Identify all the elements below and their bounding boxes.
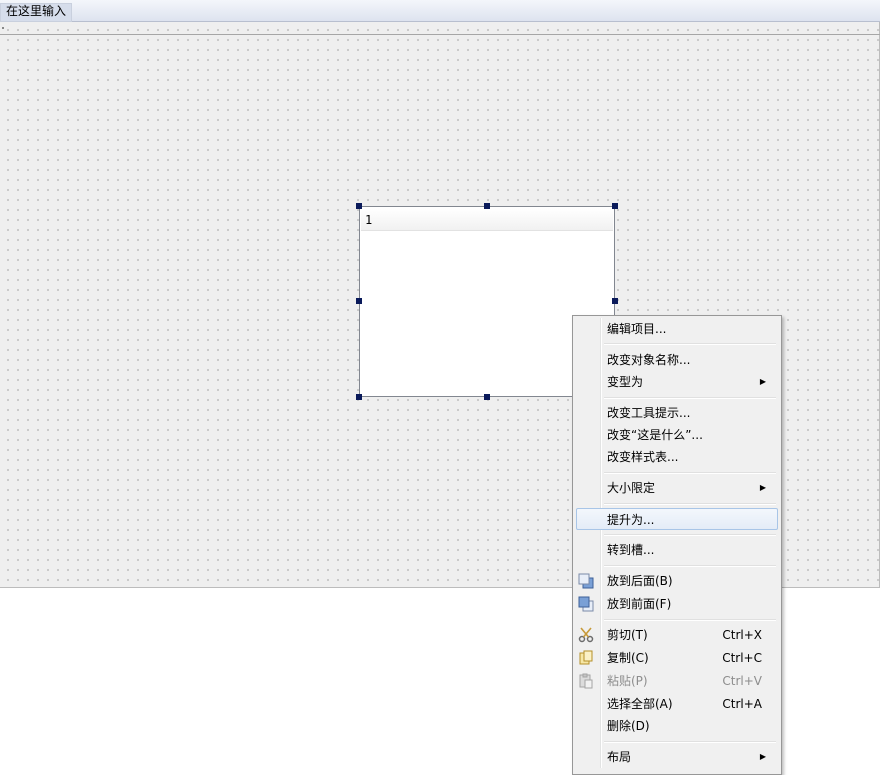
menu-item-paste[interactable]: 粘贴(P) Ctrl+V	[576, 670, 778, 692]
menu-item-change-whats-this[interactable]: 改变“这是什么”...	[576, 424, 778, 446]
scissors-icon	[578, 627, 594, 643]
menu-item-layout[interactable]: 布局 ▶	[576, 746, 778, 768]
menu-item-edit-items[interactable]: 编辑项目...	[576, 318, 778, 340]
menu-item-copy[interactable]: 复制(C) Ctrl+C	[576, 647, 778, 669]
menu-item-send-to-back[interactable]: 放到后面(B)	[576, 570, 778, 592]
submenu-arrow-icon: ▶	[759, 752, 766, 761]
menu-item-change-object-name[interactable]: 改变对象名称...	[576, 349, 778, 371]
menu-separator	[604, 343, 776, 345]
menu-item-cut[interactable]: 剪切(T) Ctrl+X	[576, 624, 778, 646]
resize-handle-left[interactable]	[356, 298, 362, 304]
resize-handle-right[interactable]	[612, 298, 618, 304]
menu-separator	[604, 565, 776, 567]
bring-to-front-icon	[578, 596, 594, 612]
resize-handle-bottom-left[interactable]	[356, 394, 362, 400]
list-item[interactable]: 1	[361, 209, 613, 231]
menu-bar[interactable]: 在这里输入	[0, 0, 880, 22]
menu-item-select-all[interactable]: 选择全部(A) Ctrl+A	[576, 693, 778, 715]
menu-separator	[604, 619, 776, 621]
submenu-arrow-icon: ▶	[759, 377, 766, 386]
menu-separator	[604, 534, 776, 536]
menubar-divider	[0, 34, 880, 35]
menu-separator	[604, 397, 776, 399]
menu-separator	[604, 472, 776, 474]
resize-handle-bottom[interactable]	[484, 394, 490, 400]
menu-item-morph-into[interactable]: 变型为 ▶	[576, 371, 778, 393]
context-menu[interactable]: 编辑项目... 改变对象名称... 变型为 ▶ 改变工具提示... 改变“这是什…	[572, 315, 782, 775]
menu-item-delete[interactable]: 删除(D)	[576, 715, 778, 737]
menu-item-bring-to-front[interactable]: 放到前面(F)	[576, 593, 778, 615]
paste-icon	[578, 673, 594, 689]
send-to-back-icon	[578, 573, 594, 589]
copy-icon	[578, 650, 594, 666]
menu-separator	[604, 503, 776, 505]
resize-handle-top-left[interactable]	[356, 203, 362, 209]
menu-item-promote-to[interactable]: 提升为...	[576, 508, 778, 530]
resize-handle-top[interactable]	[484, 203, 490, 209]
menu-item-go-to-slot[interactable]: 转到槽...	[576, 539, 778, 561]
menu-item-change-stylesheet[interactable]: 改变样式表...	[576, 446, 778, 468]
canvas-marker	[2, 27, 4, 29]
resize-handle-top-right[interactable]	[612, 203, 618, 209]
menu-item-change-tooltip[interactable]: 改变工具提示...	[576, 402, 778, 424]
menu-separator	[604, 741, 776, 743]
menu-item-size-constraints[interactable]: 大小限定 ▶	[576, 477, 778, 499]
submenu-arrow-icon: ▶	[759, 483, 766, 492]
menubar-type-here[interactable]: 在这里输入	[0, 3, 73, 22]
